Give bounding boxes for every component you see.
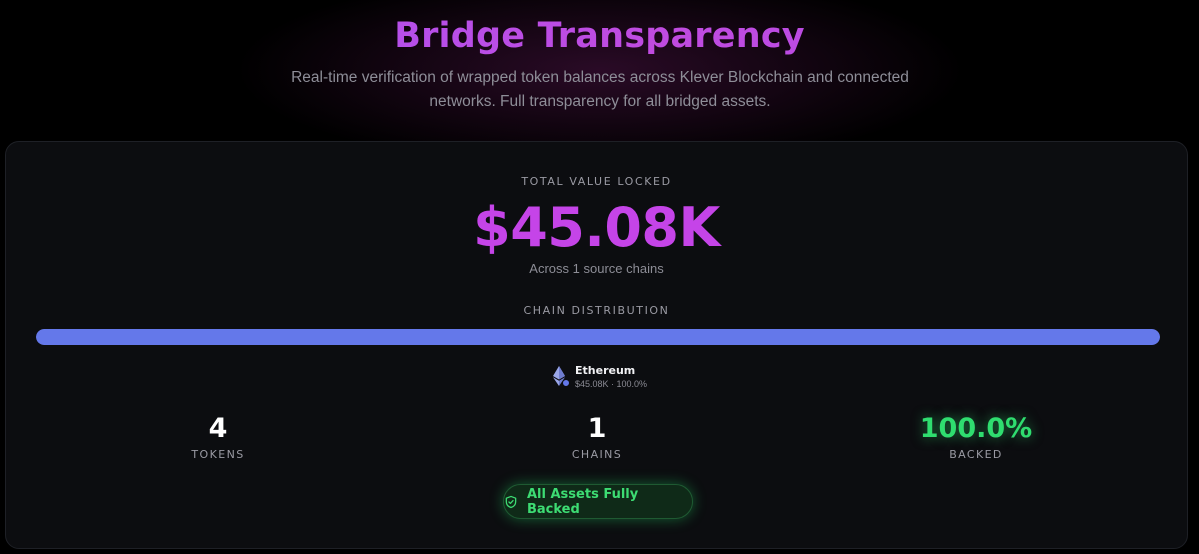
stat-chains: 1 CHAINS xyxy=(497,412,697,461)
ethereum-icon xyxy=(553,366,570,388)
stat-chains-label: CHAINS xyxy=(571,448,623,461)
stat-backed-label: BACKED xyxy=(949,448,1003,461)
shield-check-icon xyxy=(504,495,518,509)
tvl-value: $45.08K xyxy=(473,196,720,259)
page-subtitle: Real-time verification of wrapped token … xyxy=(291,69,909,110)
chain-legend-name: Ethereum xyxy=(575,364,636,377)
tvl-card: TOTAL VALUE LOCKED $45.08K Across 1 sour… xyxy=(5,141,1188,549)
tvl-subtitle: Across 1 source chains xyxy=(529,261,664,276)
stat-backed-value: 100.0% xyxy=(919,413,1033,444)
hero-section: Bridge Transparency Real-time verificati… xyxy=(0,0,1199,140)
page-title: Bridge Transparency xyxy=(0,14,1199,58)
stat-chains-value: 1 xyxy=(587,413,607,444)
fully-backed-label: All Assets Fully Backed xyxy=(527,486,639,517)
stat-tokens-value: 4 xyxy=(208,413,228,444)
tvl-label: TOTAL VALUE LOCKED xyxy=(521,175,672,188)
chain-distribution-bar xyxy=(36,329,1160,345)
stat-tokens-label: TOKENS xyxy=(191,448,245,461)
chain-color-dot xyxy=(562,379,570,387)
chain-legend-item-ethereum[interactable]: Ethereum $45.08K · 100.0% xyxy=(553,362,647,392)
chain-distribution-label: CHAIN DISTRIBUTION xyxy=(523,304,670,317)
stat-backed: 100.0% BACKED xyxy=(876,412,1076,461)
stat-tokens: 4 TOKENS xyxy=(118,412,318,461)
chain-legend-value: $45.08K · 100.0% xyxy=(575,379,648,389)
fully-backed-badge[interactable]: All Assets Fully Backed xyxy=(503,484,693,519)
bridge-transparency-page: Bridge Transparency Real-time verificati… xyxy=(0,0,1199,554)
chain-distribution-segment-ethereum[interactable] xyxy=(36,329,1160,345)
